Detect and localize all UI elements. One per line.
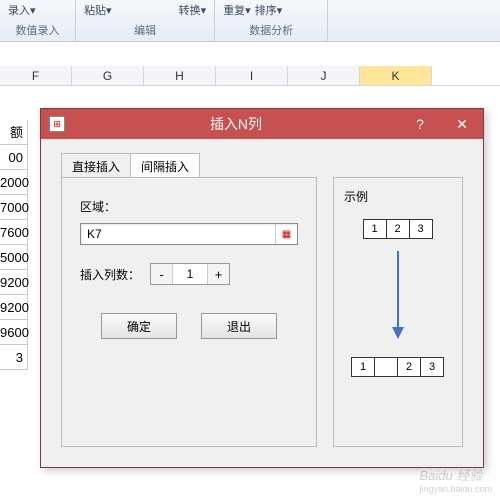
count-input[interactable]: [173, 264, 207, 284]
column-header-h[interactable]: H: [144, 66, 216, 85]
example-cell: 2: [397, 357, 421, 377]
app-icon: ⊞: [49, 116, 65, 132]
dialog-title: 插入N列: [73, 114, 399, 134]
data-cell[interactable]: 9200: [0, 295, 28, 320]
column-header-k[interactable]: K: [360, 66, 432, 85]
ribbon: 数值录入▾ 录入▾ 数值录入 复制粘贴▾ 插入▾ 删除▾ 合并转换▾ 编辑 精确…: [0, 0, 500, 42]
example-cell: 1: [351, 357, 375, 377]
column-header-i[interactable]: I: [216, 66, 288, 85]
example-cell: 3: [420, 357, 444, 377]
data-cell[interactable]: 7000: [0, 195, 28, 220]
example-cell: 1: [363, 219, 387, 239]
example-panel: 示例 123 123: [333, 177, 463, 447]
watermark: Baidu 经验 jingyan.baidu.com: [419, 465, 492, 494]
data-cell[interactable]: 7600: [0, 220, 28, 245]
ribbon-btn-input[interactable]: 录入▾: [40, 0, 68, 18]
column-header-j[interactable]: J: [288, 66, 360, 85]
form-panel: 区域： ▦ 插入列数： - + 确定 退出: [61, 177, 317, 447]
ribbon-btn-sort[interactable]: 高级排序▾: [255, 0, 283, 18]
dialog-titlebar[interactable]: ⊞ 插入N列 ? ✕: [41, 109, 483, 139]
data-cell[interactable]: 额: [0, 120, 28, 145]
example-cell: 3: [409, 219, 433, 239]
dialog-tabs: 直接插入 间隔插入: [61, 153, 199, 180]
ribbon-btn-dedupe[interactable]: 精确重复▾: [223, 0, 251, 18]
ribbon-group-label: 编辑: [134, 20, 156, 41]
range-label: 区域：: [80, 198, 298, 215]
example-after: 1 23: [344, 357, 452, 377]
range-picker-icon[interactable]: ▦: [275, 224, 297, 244]
ribbon-group-label: 数据分析: [249, 20, 293, 41]
example-cell: [374, 357, 398, 377]
ribbon-group-edit: 复制粘贴▾ 插入▾ 删除▾ 合并转换▾ 编辑: [76, 0, 215, 41]
tab-interval-insert[interactable]: 间隔插入: [130, 153, 200, 180]
example-before: 123: [344, 219, 452, 239]
column-header-g[interactable]: G: [72, 66, 144, 85]
arrow-down-icon: [344, 249, 452, 339]
ribbon-btn-copypaste[interactable]: 复制粘贴▾: [84, 0, 112, 18]
example-title: 示例: [344, 188, 452, 205]
cancel-button[interactable]: 退出: [201, 313, 277, 339]
leftmost-column-data: 额0020007000760050009200920096003: [0, 120, 28, 370]
ok-button[interactable]: 确定: [101, 313, 177, 339]
ribbon-btn-delete[interactable]: 删除▾: [147, 0, 175, 18]
data-cell[interactable]: 9600: [0, 320, 28, 345]
column-headers: FGHIJK: [0, 66, 500, 86]
tab-direct-insert[interactable]: 直接插入: [61, 153, 131, 180]
data-cell[interactable]: 00: [0, 145, 28, 170]
data-cell[interactable]: 9200: [0, 270, 28, 295]
ribbon-group-input: 数值录入▾ 录入▾ 数值录入: [0, 0, 76, 41]
ribbon-btn-stats[interactable]: 统计与: [286, 0, 319, 18]
ribbon-btn-numinput[interactable]: 数值录入▾: [8, 0, 36, 18]
ribbon-group-analysis: 精确重复▾ 高级排序▾ 统计与 数据分析: [215, 0, 328, 41]
column-header-f[interactable]: F: [0, 66, 72, 85]
insert-columns-dialog: ⊞ 插入N列 ? ✕ 直接插入 间隔插入 区域： ▦ 插入列数： -: [40, 108, 484, 468]
increment-button[interactable]: +: [207, 264, 229, 284]
range-input-wrapper: ▦: [80, 223, 298, 245]
range-input[interactable]: [81, 227, 275, 241]
count-label: 插入列数：: [80, 266, 140, 283]
data-cell[interactable]: 3: [0, 345, 28, 370]
ribbon-group-label: 数值录入: [16, 20, 60, 41]
example-cell: 2: [386, 219, 410, 239]
data-cell[interactable]: 5000: [0, 245, 28, 270]
decrement-button[interactable]: -: [151, 264, 173, 284]
help-button[interactable]: ?: [399, 109, 441, 139]
count-stepper: - +: [150, 263, 230, 285]
data-cell[interactable]: 2000: [0, 170, 28, 195]
ribbon-btn-insert[interactable]: 插入▾: [116, 0, 144, 18]
ribbon-btn-merge[interactable]: 合并转换▾: [179, 0, 207, 18]
close-button[interactable]: ✕: [441, 109, 483, 139]
